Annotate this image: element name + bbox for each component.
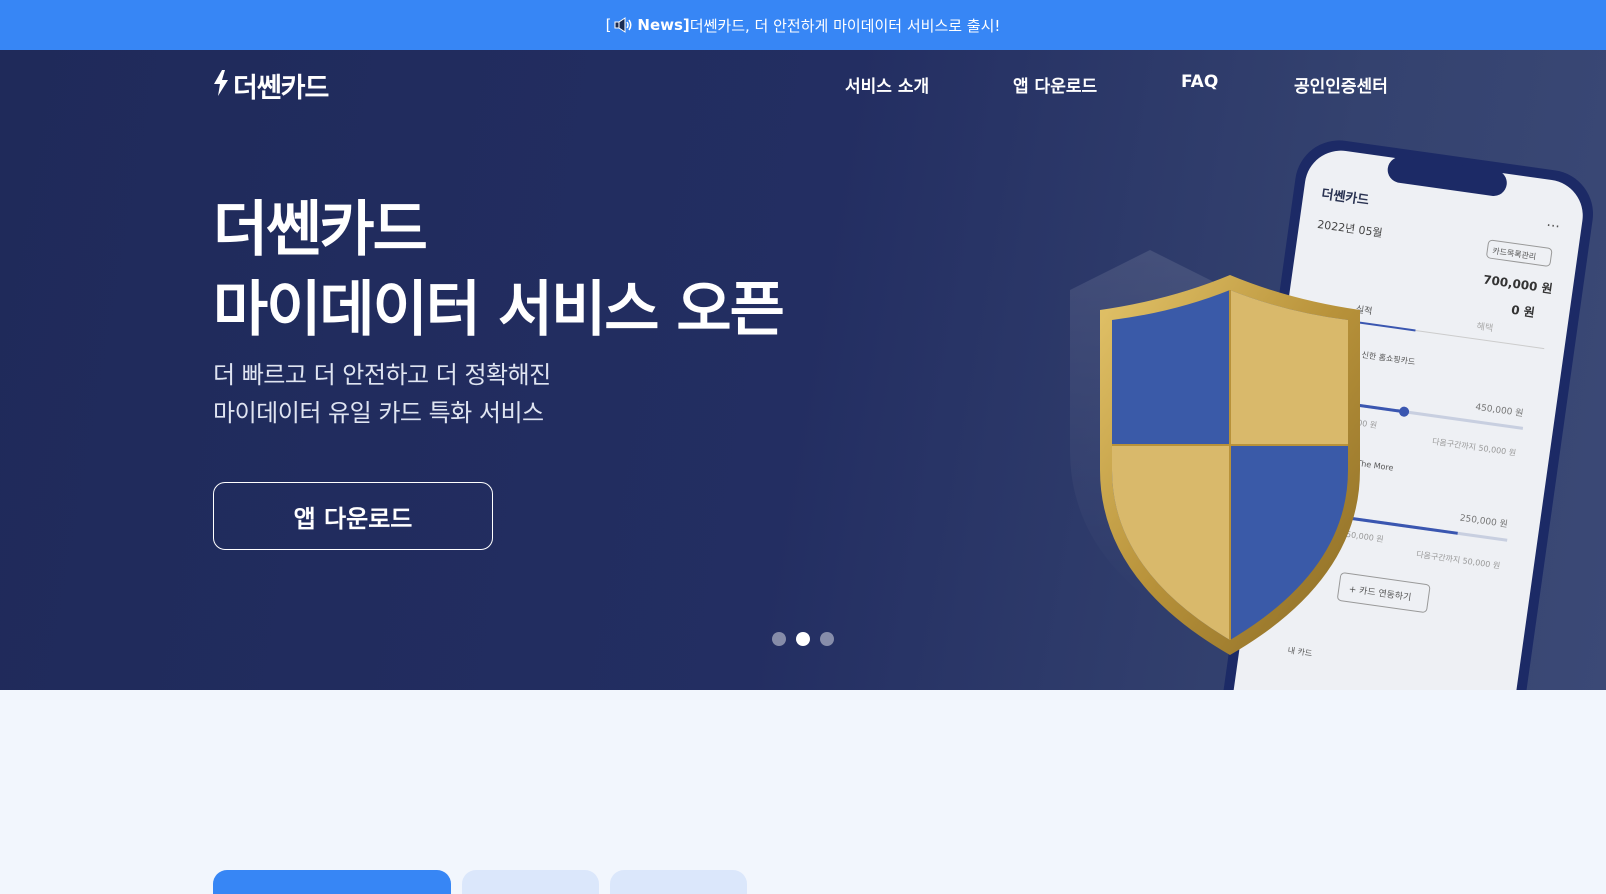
carousel-dots bbox=[772, 632, 834, 646]
hero-title: 더쎈카드 마이데이터 서비스 오픈 bbox=[213, 190, 785, 350]
news-banner[interactable]: [ News] 더쎈카드, 더 안전하게 마이데이터 서비스로 출시! bbox=[0, 0, 1606, 50]
app-download-button[interactable]: 앱 다운로드 bbox=[213, 482, 493, 550]
nav-item-faq[interactable]: FAQ bbox=[1181, 72, 1218, 92]
tab-2[interactable] bbox=[462, 870, 599, 894]
hero-title-line1: 더쎈카드 bbox=[213, 195, 428, 265]
nav-item-certificate-center[interactable]: 공인인증센터 bbox=[1294, 72, 1388, 97]
hero-subtitle: 더 빠르고 더 안전하고 더 정확해진 마이데이터 유일 카드 특화 서비스 bbox=[213, 356, 551, 432]
carousel-dot-3[interactable] bbox=[820, 632, 834, 646]
hero-illustration: 더쎈카드 ··· 2022년 05월 카드목록관리 700,000 원 0 원 … bbox=[1070, 140, 1594, 690]
news-open-bracket: [ bbox=[605, 16, 612, 34]
content-section bbox=[0, 690, 1606, 894]
main-nav: 서비스 소개 앱 다운로드 FAQ 공인인증센터 bbox=[0, 72, 1606, 102]
carousel-dot-1[interactable] bbox=[772, 632, 786, 646]
tab-3[interactable] bbox=[610, 870, 747, 894]
nav-item-app-download[interactable]: 앱 다운로드 bbox=[1013, 72, 1097, 97]
carousel-dot-2[interactable] bbox=[796, 632, 810, 646]
speaker-icon bbox=[614, 17, 634, 37]
hero-subtitle-line2: 마이데이터 유일 카드 특화 서비스 bbox=[213, 399, 544, 427]
hero-title-line2: 마이데이터 서비스 오픈 bbox=[213, 275, 785, 345]
tab-1[interactable] bbox=[213, 870, 451, 894]
news-text: 더쎈카드, 더 안전하게 마이데이터 서비스로 출시! bbox=[689, 16, 1001, 35]
hero-section: 더쎈카드 서비스 소개 앱 다운로드 FAQ 공인인증센터 더쎈카드 마이데이터… bbox=[0, 50, 1606, 690]
svg-text:···: ··· bbox=[1545, 218, 1560, 236]
news-tag: News] bbox=[637, 16, 690, 34]
hero-subtitle-line1: 더 빠르고 더 안전하고 더 정확해진 bbox=[213, 361, 551, 389]
nav-item-service-intro[interactable]: 서비스 소개 bbox=[845, 72, 929, 97]
